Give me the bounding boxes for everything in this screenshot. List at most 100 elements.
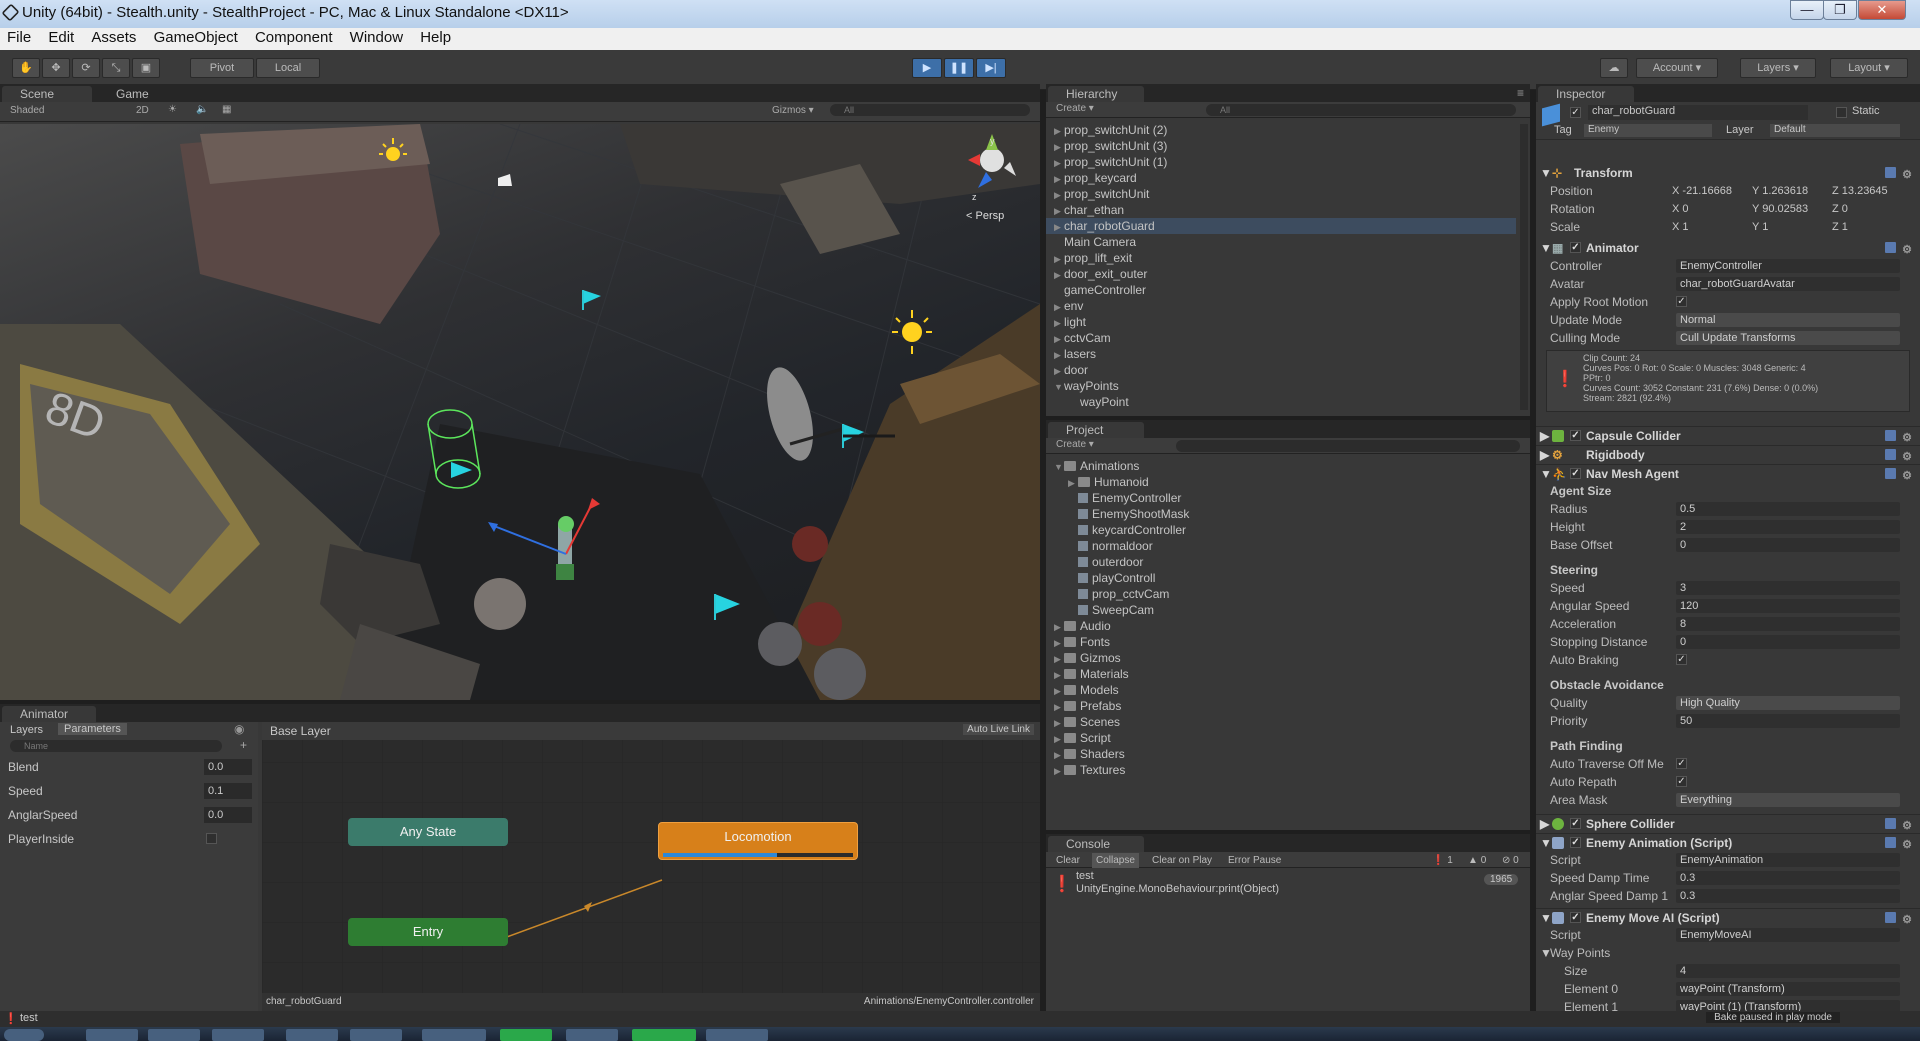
console-error-toggle[interactable]: ⊘ 0 <box>1498 853 1523 868</box>
hierarchy-item[interactable]: ▶ lasers <box>1046 346 1516 362</box>
object-name-field[interactable]: char_robotGuard <box>1588 105 1808 120</box>
layer-dropdown[interactable]: Default <box>1770 124 1900 137</box>
project-item[interactable]: EnemyShootMask <box>1046 506 1189 522</box>
console-info-toggle[interactable]: ❗ 1 <box>1428 853 1457 868</box>
hierarchy-item[interactable]: ▶ door <box>1046 362 1516 378</box>
base-offset-field[interactable]: 0 <box>1676 538 1900 552</box>
hierarchy-item[interactable]: wayPoint <box>1046 394 1516 410</box>
project-item[interactable]: prop_cctvCam <box>1046 586 1169 602</box>
project-item[interactable]: ▶ Fonts <box>1046 634 1110 650</box>
pos-x-field[interactable]: X -21.16668 <box>1672 182 1732 200</box>
quality-dropdown[interactable]: High Quality <box>1676 696 1900 710</box>
persp-label[interactable]: < Persp <box>966 210 1004 222</box>
collapsed-arrow-icon[interactable]: ▶ <box>1054 155 1064 171</box>
help-book-icon[interactable] <box>1885 242 1896 253</box>
parameter-row[interactable]: Blend 0.0 <box>0 756 258 778</box>
project-create-dropdown[interactable]: Create ▾ <box>1056 439 1094 450</box>
animator-breadcrumb[interactable]: Base Layer <box>270 724 331 738</box>
hierarchy-item[interactable]: ▶ cctvCam <box>1046 330 1516 346</box>
parameter-value-field[interactable]: 0.0 <box>204 807 252 823</box>
collapsed-arrow-icon[interactable]: ▶ <box>1054 667 1064 683</box>
size-field[interactable]: 4 <box>1676 964 1900 978</box>
tab-scene[interactable]: Scene <box>2 86 92 102</box>
rigidbody-header[interactable]: ▶ ⚙ Rigidbody ⚙ <box>1536 445 1920 463</box>
taskbar-app[interactable] <box>632 1029 696 1041</box>
effects-toggle-icon[interactable]: ▦ <box>222 104 231 115</box>
project-search-input[interactable] <box>1176 440 1520 452</box>
height-field[interactable]: 2 <box>1676 520 1900 534</box>
hand-tool-icon[interactable]: ✋ <box>12 58 40 78</box>
collapsed-arrow-icon[interactable]: ▶ <box>1054 347 1064 363</box>
update-mode-dropdown[interactable]: Normal <box>1676 313 1900 327</box>
sphere-collider-checkbox[interactable]: ✓ <box>1570 818 1581 829</box>
parameter-bool-checkbox[interactable] <box>206 833 217 844</box>
parameter-value-field[interactable]: 0.1 <box>204 783 252 799</box>
rect-tool-icon[interactable]: ▣ <box>132 58 160 78</box>
state-entry[interactable]: Entry <box>348 918 508 946</box>
collapsed-arrow-icon[interactable]: ▶ <box>1054 715 1064 731</box>
console-warn-toggle[interactable]: ▲ 0 <box>1464 853 1490 868</box>
angular-speed-field[interactable]: 120 <box>1676 599 1900 613</box>
project-item[interactable]: keycardController <box>1046 522 1186 538</box>
menu-component[interactable]: Component <box>248 28 339 46</box>
help-book-icon[interactable] <box>1885 837 1896 848</box>
audio-toggle-icon[interactable]: 🔈 <box>196 104 208 115</box>
apply-root-motion-checkbox[interactable]: ✓ <box>1676 296 1687 307</box>
speed-field[interactable]: 3 <box>1676 581 1900 595</box>
collapsed-arrow-icon[interactable]: ▶ <box>1054 651 1064 667</box>
capsule-collider-checkbox[interactable]: ✓ <box>1570 430 1581 441</box>
taskbar-app[interactable] <box>350 1029 402 1041</box>
nav-mesh-agent-header[interactable]: ▼ ⛹ ✓ Nav Mesh Agent ⚙ <box>1536 464 1920 482</box>
element0-field[interactable]: wayPoint (Transform) <box>1676 982 1900 996</box>
stopping-distance-field[interactable]: 0 <box>1676 635 1900 649</box>
hierarchy-item[interactable]: ▶ light <box>1046 314 1516 330</box>
close-button[interactable]: ✕ <box>1858 0 1906 20</box>
anglar-speed-damp-field[interactable]: 0.3 <box>1676 889 1900 903</box>
scale-y-field[interactable]: Y 1 <box>1752 218 1768 236</box>
console-collapse-button[interactable]: Collapse <box>1092 853 1139 868</box>
project-item[interactable]: ▼ Animations <box>1046 458 1139 474</box>
project-item[interactable]: ▶ Humanoid <box>1046 474 1149 490</box>
project-item[interactable]: ▶ Scenes <box>1046 714 1120 730</box>
tab-game[interactable]: Game <box>98 86 178 102</box>
collapsed-arrow-icon[interactable]: ▶ <box>1068 475 1078 491</box>
console-error-pause-button[interactable]: Error Pause <box>1224 853 1285 868</box>
collapsed-arrow-icon[interactable]: ▶ <box>1054 187 1064 203</box>
menu-file[interactable]: File <box>0 28 37 46</box>
console-clear-button[interactable]: Clear <box>1052 853 1084 868</box>
parameter-row[interactable]: PlayerInside <box>0 828 258 850</box>
tag-dropdown[interactable]: Enemy <box>1584 124 1712 137</box>
project-item[interactable]: ▶ Textures <box>1046 762 1125 778</box>
taskbar-app[interactable] <box>86 1029 138 1041</box>
hierarchy-item[interactable]: ▶ prop_switchUnit (1) <box>1046 154 1516 170</box>
project-item[interactable]: SweepCam <box>1046 602 1154 618</box>
collapsed-arrow-icon[interactable]: ▶ <box>1054 363 1064 379</box>
collapsed-arrow-icon[interactable]: ▶ <box>1054 203 1064 219</box>
avatar-field[interactable]: char_robotGuardAvatar <box>1676 277 1900 291</box>
play-button[interactable]: ▶ <box>912 58 942 78</box>
help-book-icon[interactable] <box>1885 449 1896 460</box>
nav-mesh-agent-checkbox[interactable]: ✓ <box>1570 468 1581 479</box>
collapsed-arrow-icon[interactable]: ▶ <box>1054 763 1064 779</box>
layout-dropdown[interactable]: Layout ▾ <box>1830 58 1908 78</box>
animator-layers-tab[interactable]: Layers <box>10 724 43 736</box>
project-item[interactable]: ▶ Audio <box>1046 618 1111 634</box>
layers-dropdown[interactable]: Layers ▾ <box>1740 58 1816 78</box>
sphere-collider-header[interactable]: ▶ ✓ Sphere Collider ⚙ <box>1536 814 1920 832</box>
parameter-row[interactable]: Speed 0.1 <box>0 780 258 802</box>
parameter-value-field[interactable]: 0.0 <box>204 759 252 775</box>
enemy-animation-header[interactable]: ▼ ✓ Enemy Animation (Script) ⚙ <box>1536 833 1920 851</box>
hierarchy-item[interactable]: Main Camera <box>1046 234 1516 250</box>
lighting-toggle-icon[interactable]: ☀ <box>168 104 177 115</box>
expanded-arrow-icon[interactable]: ▼ <box>1054 379 1064 395</box>
controller-field[interactable]: EnemyController <box>1676 259 1900 273</box>
hierarchy-item[interactable]: ▶ prop_switchUnit (3) <box>1046 138 1516 154</box>
eye-icon[interactable]: ◉ <box>234 722 244 736</box>
status-message[interactable]: test <box>20 1012 38 1024</box>
hierarchy-item[interactable]: ▶ door_exit_outer <box>1046 266 1516 282</box>
state-any-state[interactable]: Any State <box>348 818 508 846</box>
speed-damp-field[interactable]: 0.3 <box>1676 871 1900 885</box>
taskbar-app[interactable] <box>286 1029 338 1041</box>
hierarchy-item[interactable]: gameController <box>1046 282 1516 298</box>
project-item[interactable]: ▶ Prefabs <box>1046 698 1121 714</box>
